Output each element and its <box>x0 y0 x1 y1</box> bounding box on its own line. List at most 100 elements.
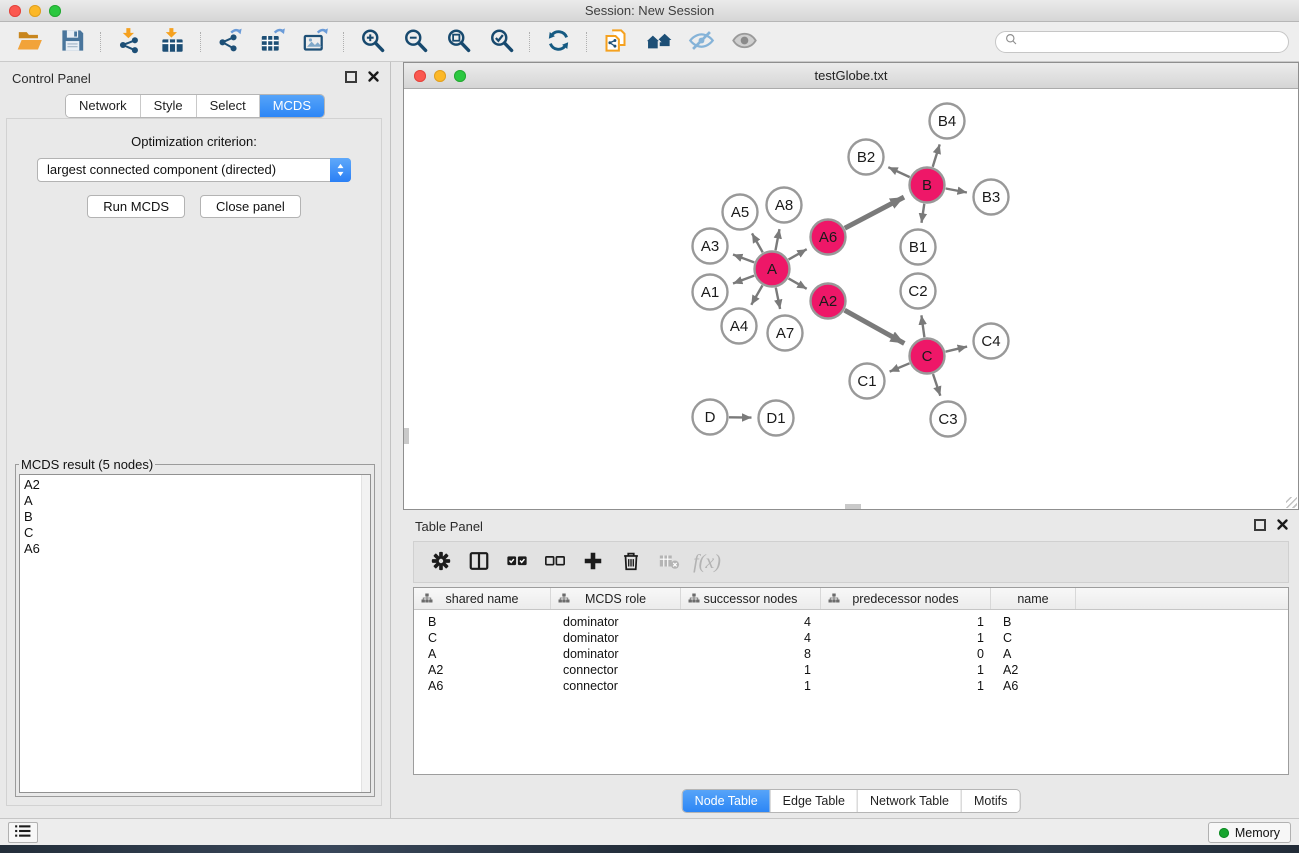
edge-C-C2[interactable] <box>921 315 924 337</box>
node-A5[interactable]: A5 <box>723 195 758 230</box>
criterion-select[interactable]: largest connected component (directed) <box>37 158 351 182</box>
edge-A-A4[interactable] <box>751 285 762 304</box>
edge-A-A5[interactable] <box>752 233 763 252</box>
show-panels-list-button[interactable] <box>8 822 38 843</box>
node-A4[interactable]: A4 <box>722 309 757 344</box>
edge-A-A6[interactable] <box>789 249 807 259</box>
horizontal-scroll-indicator[interactable] <box>845 504 861 509</box>
open-session-button[interactable] <box>14 27 44 57</box>
tab-select[interactable]: Select <box>196 95 259 117</box>
export-image-button[interactable] <box>300 27 330 57</box>
network-zoom-button[interactable] <box>454 70 466 82</box>
edge-A-A2[interactable] <box>789 278 807 288</box>
network-canvas[interactable]: B4 B2 B B3 A8 A5 A6 B1 A3 A C2 A1 A2 <box>404 89 1298 509</box>
edge-C-C4[interactable] <box>946 347 968 352</box>
edge-A-A1[interactable] <box>733 276 754 284</box>
show-columns-button[interactable] <box>460 545 498 579</box>
edge-A6-B[interactable] <box>845 197 904 228</box>
zoom-selected-button[interactable] <box>486 27 516 57</box>
node-A1[interactable]: A1 <box>693 275 728 310</box>
table-row[interactable]: Bdominator41B <box>414 614 1288 630</box>
zoom-fit-content-button[interactable] <box>443 27 473 57</box>
node-C4[interactable]: C4 <box>974 324 1009 359</box>
result-node-item[interactable]: C <box>24 525 358 541</box>
import-network-from-file-button[interactable] <box>114 27 144 57</box>
home-view-button[interactable] <box>643 27 673 57</box>
search-input[interactable] <box>1023 35 1279 49</box>
node-A7[interactable]: A7 <box>768 316 803 351</box>
result-node-item[interactable]: A <box>24 493 358 509</box>
zoom-window-button[interactable] <box>49 5 61 17</box>
close-window-button[interactable] <box>9 5 21 17</box>
edge-A2-C[interactable] <box>845 310 905 343</box>
export-table-button[interactable] <box>257 27 287 57</box>
column-header-name[interactable]: name <box>991 588 1076 609</box>
edge-A-A8[interactable] <box>776 229 780 250</box>
tab-mcds[interactable]: MCDS <box>259 95 324 117</box>
close-panel-icon-button[interactable] <box>367 70 380 83</box>
result-node-item[interactable]: A6 <box>24 541 358 557</box>
minimize-window-button[interactable] <box>29 5 41 17</box>
result-scrollbar[interactable] <box>361 475 370 792</box>
close-table-panel-button[interactable] <box>1276 518 1289 531</box>
column-header-predecessor-nodes[interactable]: predecessor nodes <box>821 588 991 609</box>
edge-B-B1[interactable] <box>922 204 925 223</box>
import-table-from-file-button[interactable] <box>157 27 187 57</box>
node-A2[interactable]: A2 <box>811 284 846 319</box>
table-row[interactable]: Adominator80A <box>414 646 1288 662</box>
column-header-MCDS-role[interactable]: MCDS role <box>551 588 681 609</box>
zoom-in-button[interactable] <box>357 27 387 57</box>
node-A6[interactable]: A6 <box>811 220 846 255</box>
hide-others-button[interactable] <box>686 27 716 57</box>
table-tab-node-table[interactable]: Node Table <box>683 790 770 812</box>
table-row[interactable]: A2connector11A2 <box>414 662 1288 678</box>
edge-A-A7[interactable] <box>776 288 780 309</box>
vertical-scroll-indicator[interactable] <box>404 428 409 444</box>
network-graph[interactable]: B4 B2 B B3 A8 A5 A6 B1 A3 A C2 A1 A2 <box>404 89 1298 509</box>
node-B[interactable]: B <box>910 168 945 203</box>
refresh-view-button[interactable] <box>543 27 573 57</box>
node-B4[interactable]: B4 <box>930 104 965 139</box>
create-column-button[interactable] <box>574 545 612 579</box>
table-tab-network-table[interactable]: Network Table <box>857 790 961 812</box>
column-header-successor-nodes[interactable]: successor nodes <box>681 588 821 609</box>
node-B2[interactable]: B2 <box>849 140 884 175</box>
node-C3[interactable]: C3 <box>931 402 966 437</box>
network-close-button[interactable] <box>414 70 426 82</box>
tab-style[interactable]: Style <box>140 95 196 117</box>
resize-grip-icon[interactable] <box>1286 497 1297 508</box>
new-network-from-selection-button[interactable] <box>600 27 630 57</box>
deselect-all-button[interactable] <box>536 545 574 579</box>
save-session-button[interactable] <box>57 27 87 57</box>
edge-B-B2[interactable] <box>888 167 909 177</box>
node-C[interactable]: C <box>910 339 945 374</box>
node-C2[interactable]: C2 <box>901 274 936 309</box>
table-tab-edge-table[interactable]: Edge Table <box>770 790 857 812</box>
edge-A-A3[interactable] <box>733 255 754 263</box>
tab-network[interactable]: Network <box>66 95 140 117</box>
node-A8[interactable]: A8 <box>767 188 802 223</box>
table-tab-motifs[interactable]: Motifs <box>961 790 1019 812</box>
float-panel-button[interactable] <box>345 71 357 83</box>
search-box[interactable] <box>995 31 1289 53</box>
zoom-out-button[interactable] <box>400 27 430 57</box>
close-panel-button[interactable]: Close panel <box>200 195 301 218</box>
column-header-shared-name[interactable]: shared name <box>414 588 551 609</box>
edge-C-C1[interactable] <box>890 363 910 371</box>
network-minimize-button[interactable] <box>434 70 446 82</box>
edge-C-C3[interactable] <box>933 374 940 396</box>
memory-button[interactable]: Memory <box>1208 822 1291 843</box>
node-A[interactable]: A <box>755 252 790 287</box>
node-B1[interactable]: B1 <box>901 230 936 265</box>
edge-B-B3[interactable] <box>946 189 967 193</box>
result-node-item[interactable]: A2 <box>24 477 358 493</box>
node-D[interactable]: D <box>693 400 728 435</box>
delete-column-button[interactable] <box>612 545 650 579</box>
run-mcds-button[interactable]: Run MCDS <box>87 195 185 218</box>
table-row[interactable]: Cdominator41C <box>414 630 1288 646</box>
float-table-panel-button[interactable] <box>1254 519 1266 531</box>
edge-B-B4[interactable] <box>933 144 940 167</box>
result-node-item[interactable]: B <box>24 509 358 525</box>
show-all-button[interactable] <box>729 27 759 57</box>
select-all-button[interactable] <box>498 545 536 579</box>
